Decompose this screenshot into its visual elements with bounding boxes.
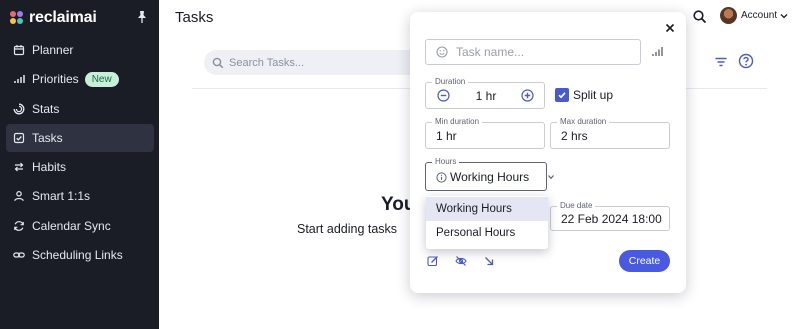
chevron-down-icon (548, 175, 554, 180)
edit-icon[interactable] (427, 255, 439, 267)
split-up-label: Split up (573, 88, 614, 102)
bars-icon (13, 73, 25, 85)
sidebar-item-scheduling-links[interactable]: Scheduling Links (6, 241, 154, 269)
hours-dropdown-menu: Working Hours Personal Hours (426, 196, 548, 249)
close-icon[interactable] (664, 22, 676, 34)
eye-off-icon[interactable] (455, 255, 467, 267)
sidebar-nav: Planner Priorities New Stats Tasks Habit… (6, 36, 154, 270)
avatar (720, 7, 737, 24)
reclaim-logo-icon (10, 11, 24, 25)
info-icon (436, 172, 447, 183)
page-title: Tasks (175, 9, 214, 26)
sidebar-item-priorities[interactable]: Priorities New (6, 65, 154, 93)
account-label: Account (741, 10, 778, 21)
max-duration-value: 2 hrs (561, 129, 588, 143)
search-placeholder: Search Tasks... (229, 56, 304, 69)
sidebar-item-label: Planner (32, 43, 74, 57)
sidebar-item-label: Tasks (32, 130, 63, 145)
hours-label: Hours (432, 156, 460, 168)
sidebar-item-label: Scheduling Links (32, 248, 123, 263)
search-icon (212, 57, 224, 68)
duration-field: Duration 1 hr (425, 76, 545, 109)
sidebar-item-label: Calendar Sync (32, 218, 111, 233)
arrow-down-right-icon[interactable] (483, 255, 495, 267)
sidebar-item-label: Priorities (32, 72, 79, 87)
sidebar-item-calendar-sync[interactable]: Calendar Sync (6, 212, 154, 240)
hours-value: Working Hours (450, 170, 530, 184)
sidebar-item-label: Smart 1:1s (32, 189, 91, 204)
max-duration-field[interactable]: Max duration 2 hrs (550, 116, 670, 149)
min-duration-label: Min duration (432, 116, 483, 128)
due-date-value: 22 Feb 2024 18:00 (561, 212, 662, 226)
increase-duration-button[interactable] (521, 89, 534, 102)
help-icon[interactable] (738, 53, 754, 69)
min-duration-value: 1 hr (436, 129, 457, 143)
sidebar-item-planner[interactable]: Planner (6, 36, 154, 64)
due-date-label: Due date (557, 200, 596, 212)
chevron-down-icon (780, 13, 788, 18)
sync-icon (13, 220, 25, 232)
max-duration-label: Max duration (557, 116, 610, 128)
check-icon (558, 92, 566, 99)
min-duration-field[interactable]: Min duration 1 hr (425, 116, 545, 149)
sidebar-item-smart-1-1s[interactable]: Smart 1:1s (6, 182, 154, 210)
sidebar-item-habits[interactable]: Habits (6, 153, 154, 181)
create-button[interactable]: Create (619, 250, 670, 272)
sidebar-item-stats[interactable]: Stats (6, 95, 154, 123)
split-up-checkbox[interactable] (555, 88, 569, 102)
brand[interactable]: reclaimai (10, 8, 97, 28)
new-task-modal: Task name... Duration 1 hr Split up Min … (410, 12, 686, 293)
stats-icon (13, 103, 25, 115)
priority-icon[interactable] (651, 45, 663, 57)
account-menu[interactable]: Account (720, 7, 788, 24)
task-name-placeholder: Task name... (456, 45, 525, 59)
hours-select[interactable]: Hours Working Hours (425, 156, 554, 191)
hours-option-personal[interactable]: Personal Hours (426, 221, 548, 245)
empty-state-subtitle: Start adding tasks (297, 222, 398, 236)
sidebar-item-label: Stats (32, 101, 60, 116)
repeat-icon (13, 161, 25, 173)
pin-icon[interactable] (136, 10, 148, 24)
sidebar-item-label: Habits (32, 160, 67, 175)
filter-icon[interactable] (714, 55, 728, 69)
hours-option-working[interactable]: Working Hours (426, 197, 548, 221)
calendar-icon (13, 44, 25, 56)
due-date-field[interactable]: Due date 22 Feb 2024 18:00 (550, 200, 670, 231)
sidebar: reclaimai Planner Priorities New Stats T… (0, 0, 159, 329)
task-search[interactable]: Search Tasks... (204, 50, 434, 75)
emoji-icon[interactable] (436, 46, 448, 58)
duration-label: Duration (432, 76, 469, 88)
link-icon (13, 249, 25, 261)
brand-name: reclaimai (29, 9, 97, 26)
sidebar-item-tasks[interactable]: Tasks (6, 123, 154, 152)
new-badge: New (84, 71, 119, 87)
task-name-input[interactable]: Task name... (425, 39, 641, 65)
task-check-icon (13, 132, 25, 144)
people-icon (13, 190, 25, 202)
search-icon[interactable] (692, 9, 708, 25)
